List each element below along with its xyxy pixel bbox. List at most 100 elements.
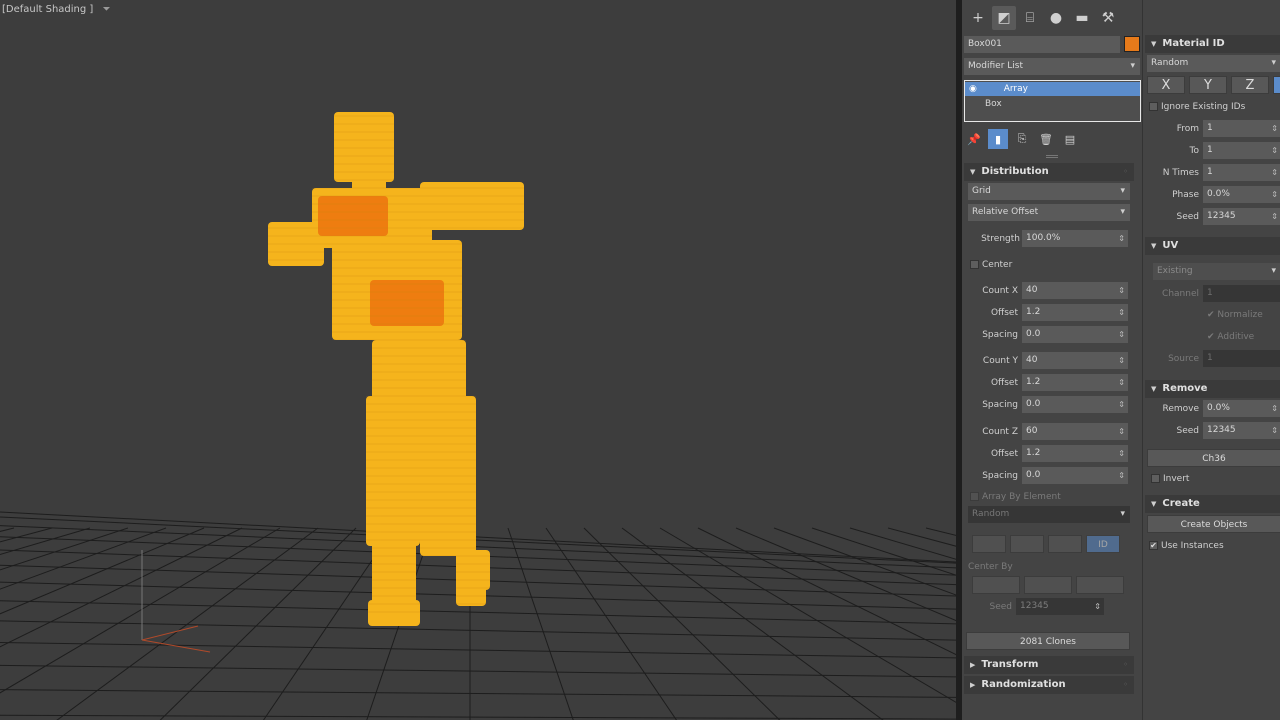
stack-item-array[interactable]: ◉ Array (965, 82, 1140, 96)
spacing-x-spinner[interactable]: 0.0 (1022, 326, 1128, 343)
randomization-title: Randomization (981, 679, 1066, 690)
modify-icon[interactable]: ◩ (992, 6, 1016, 30)
from-spinner[interactable]: 1 (1203, 120, 1280, 137)
array-random-dropdown[interactable]: Random (968, 506, 1130, 523)
center-checkbox[interactable] (970, 260, 979, 269)
viewport-label-text[interactable]: [Default Shading ] (2, 4, 93, 15)
align-button-3[interactable] (1048, 535, 1082, 553)
to-spinner[interactable]: 1 (1203, 142, 1280, 159)
channel-button[interactable]: Ch36 (1147, 449, 1280, 467)
align-button-1[interactable] (972, 535, 1006, 553)
material-id-rollout[interactable]: ▼ Material ID (1145, 35, 1280, 53)
offset-x-spinner[interactable]: 1.2 (1022, 304, 1128, 321)
id-button[interactable]: ID (1086, 535, 1120, 553)
display-icon[interactable]: ▬ (1070, 6, 1094, 30)
align-button-2[interactable] (1010, 535, 1044, 553)
spacing-y-spinner[interactable]: 0.0 (1022, 396, 1128, 413)
command-panel-right: ▼ Material ID Random X Y Z Ignore Existin… (1142, 0, 1280, 720)
voxel-body-part (372, 340, 466, 400)
grid-line (735, 527, 956, 622)
material-x-button[interactable]: X (1147, 76, 1185, 94)
count-x-label: Count X (982, 286, 1018, 296)
phase-spinner[interactable]: 0.0% (1203, 186, 1280, 203)
offset-y-spinner[interactable]: 1.2 (1022, 374, 1128, 391)
modifier-list-dropdown[interactable]: Modifier List (964, 58, 1140, 75)
modifier-stack: ◉ Array Box (964, 80, 1141, 122)
uv-rollout[interactable]: ▼ UV (1145, 237, 1280, 255)
expand-triangle-icon: ▶ (970, 681, 976, 689)
viewport-label[interactable]: [Default Shading ] ⏷ (2, 4, 111, 15)
material-seed-label: Seed (1176, 212, 1200, 222)
make-unique-icon[interactable]: ⎘ (1012, 129, 1032, 149)
count-z-spinner[interactable]: 60 (1022, 423, 1128, 440)
voxel-body-part (334, 112, 394, 182)
create-icon[interactable]: + (966, 6, 990, 30)
panel-grip[interactable] (1046, 155, 1058, 158)
material-id-toggle[interactable] (1273, 76, 1280, 94)
material-y-button[interactable]: Y (1189, 76, 1227, 94)
uv-title: UV (1162, 240, 1179, 251)
remove-title: Remove (1162, 383, 1208, 394)
uv-source-spinner[interactable]: 1 (1203, 350, 1280, 367)
funnel-icon[interactable]: ⏷ (103, 4, 111, 15)
uv-channel-spinner[interactable]: 1 (1203, 285, 1280, 302)
ignore-existing-ids-checkbox[interactable] (1149, 102, 1158, 111)
offset-z-spinner[interactable]: 1.2 (1022, 445, 1128, 462)
stack-item-box[interactable]: Box (965, 97, 1140, 111)
spacing-y-label: Spacing (982, 400, 1018, 410)
array-seed-spinner[interactable]: 12345 (1016, 598, 1104, 615)
utilities-icon[interactable]: ⚒ (1096, 6, 1120, 30)
material-seed-spinner[interactable]: 12345 (1203, 208, 1280, 225)
remove-modifier-icon[interactable]: 🗑 (1036, 129, 1056, 149)
voxel-body-part (318, 196, 388, 236)
expand-triangle-icon: ▶ (970, 661, 976, 669)
object-color-swatch[interactable] (1124, 36, 1140, 52)
transform-rollout[interactable]: ▶ Transform ◦ (964, 656, 1134, 674)
configure-sets-icon[interactable]: ▤ (1060, 129, 1080, 149)
viewport-scene (0, 112, 956, 720)
motion-icon[interactable]: ● (1044, 6, 1068, 30)
offset-mode-dropdown[interactable]: Relative Offset (968, 204, 1130, 221)
invert-label: Invert (1163, 474, 1190, 484)
distribution-type-dropdown[interactable]: Grid (968, 183, 1130, 200)
grid-line (0, 714, 956, 720)
pin-stack-icon[interactable]: 📌 (964, 129, 984, 149)
distribution-rollout[interactable]: ▼ Distribution ◦ (964, 163, 1134, 181)
hierarchy-icon[interactable]: ⌸ (1018, 6, 1042, 30)
randomization-rollout[interactable]: ▶ Randomization ◦ (964, 676, 1134, 694)
eye-icon[interactable]: ◉ (965, 84, 981, 94)
offset-y-label: Offset (990, 378, 1018, 388)
spacing-z-spinner[interactable]: 0.0 (1022, 467, 1128, 484)
array-by-element-checkbox[interactable] (970, 492, 979, 501)
offset-x-label: Offset (990, 308, 1018, 318)
remove-seed-spinner[interactable]: 12345 (1203, 422, 1280, 439)
uv-mode-dropdown[interactable]: Existing (1153, 263, 1280, 280)
center-by-label: Center By (968, 562, 1013, 572)
rollout-pin-icon: ◦ (1123, 167, 1128, 176)
grid-line (0, 527, 129, 571)
remove-rollout[interactable]: ▼ Remove (1145, 380, 1280, 398)
strength-spinner[interactable]: 100.0% (1022, 230, 1128, 247)
clones-count-button[interactable]: 2081 Clones (966, 632, 1130, 650)
voxel-body-part (456, 580, 486, 606)
n-times-label: N Times (1162, 168, 1199, 178)
grid-line (507, 527, 574, 720)
invert-checkbox[interactable] (1151, 474, 1160, 483)
n-times-spinner[interactable]: 1 (1203, 164, 1280, 181)
command-panel-tabs: + ◩ ⌸ ● ▬ ⚒ (962, 6, 1120, 30)
count-y-spinner[interactable]: 40 (1022, 352, 1128, 369)
remove-spinner[interactable]: 0.0% (1203, 400, 1280, 417)
show-end-result-icon[interactable]: ▮ (988, 129, 1008, 149)
material-z-button[interactable]: Z (1231, 76, 1269, 94)
create-objects-button[interactable]: Create Objects (1147, 515, 1280, 533)
center-by-y-button[interactable] (1024, 576, 1072, 594)
material-id-mode-dropdown[interactable]: Random (1147, 55, 1280, 72)
count-x-spinner[interactable]: 40 (1022, 282, 1128, 299)
center-by-x-button[interactable] (972, 576, 1020, 594)
viewport[interactable]: [Default Shading ] ⏷ (0, 0, 956, 720)
center-by-z-button[interactable] (1076, 576, 1124, 594)
object-name-field[interactable]: Box001 (964, 36, 1120, 53)
ground-grid (0, 511, 956, 720)
use-instances-checkbox[interactable]: ✔ (1149, 541, 1158, 550)
create-rollout[interactable]: ▼ Create (1145, 495, 1280, 513)
